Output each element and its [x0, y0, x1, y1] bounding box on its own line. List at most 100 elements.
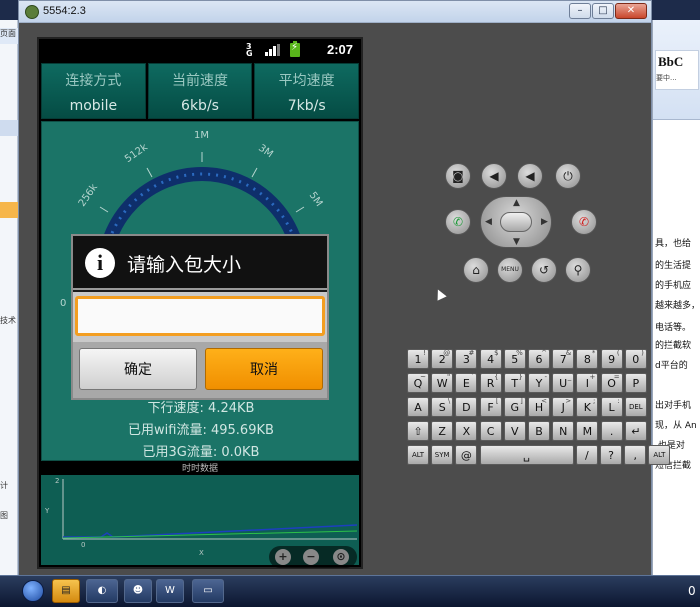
key-row4-4[interactable]: V: [503, 421, 526, 441]
camera-icon[interactable]: ◙: [445, 163, 471, 189]
connection-type-cell: 连接方式 mobile: [41, 63, 146, 119]
key-row1-6[interactable]: 7 &: [552, 349, 575, 369]
volume-down-icon[interactable]: ◀: [481, 163, 507, 189]
volume-up-icon[interactable]: ◀: [517, 163, 543, 189]
key-row2-2[interactable]: E `: [455, 373, 478, 393]
bg-left-item: 页面: [0, 28, 18, 44]
zoom-out-icon[interactable]: −: [303, 549, 319, 565]
window-titlebar[interactable]: 5554:2.3 – □ ✕: [19, 1, 651, 23]
key-row2-4[interactable]: T}: [503, 373, 526, 393]
key-label: 4: [487, 353, 495, 366]
key-row2-5[interactable]: Y-: [528, 373, 550, 393]
key-row2-9[interactable]: P: [624, 373, 647, 393]
menu-icon[interactable]: MENU: [497, 257, 523, 283]
taskbar-app-explorer[interactable]: ◐: [86, 579, 118, 603]
key-row4-0[interactable]: ⇧: [407, 421, 429, 441]
key-alt-label: ": [446, 373, 451, 381]
key-row3-9[interactable]: DEL: [624, 397, 647, 417]
average-speed-label: 平均速度: [278, 73, 335, 89]
home-icon[interactable]: ⌂: [463, 257, 489, 283]
key-row5-7[interactable]: ALT: [648, 445, 671, 465]
dpad[interactable]: ▲ ▼ ◀ ▶: [480, 196, 552, 248]
key-row2-6[interactable]: U _: [552, 373, 575, 393]
key-row5-3[interactable]: ␣: [479, 445, 574, 465]
key-row1-9[interactable]: 0): [624, 349, 647, 369]
maximize-button[interactable]: □: [592, 3, 614, 19]
call-icon[interactable]: ✆: [445, 209, 471, 235]
taskbar-app-word[interactable]: W: [156, 579, 184, 603]
search-icon[interactable]: ⚲: [565, 257, 591, 283]
cancel-button[interactable]: 取消: [205, 348, 323, 390]
keyboard-row5: ALT SYM @ ␣ /?, ALT: [407, 445, 671, 467]
key-row1-4[interactable]: 5%: [503, 349, 526, 369]
key-row2-0[interactable]: Q ~: [407, 373, 429, 393]
power-icon[interactable]: ⏻: [555, 163, 581, 189]
signal-strength-icon: [265, 44, 281, 56]
key-row3-5[interactable]: H <: [528, 397, 550, 417]
key-row4-6[interactable]: N: [552, 421, 575, 441]
key-row5-1[interactable]: SYM: [431, 445, 454, 465]
dpad-up-icon[interactable]: ▲: [513, 198, 520, 208]
key-row3-0[interactable]: A: [407, 397, 429, 417]
key-row1-5[interactable]: 6 ^: [528, 349, 550, 369]
key-row5-2[interactable]: @: [455, 445, 478, 465]
style-gallery-item[interactable]: BbC 要中...: [655, 50, 699, 90]
dialog-button-bar: 确定 取消: [73, 342, 327, 398]
key-row2-3[interactable]: R{: [479, 373, 502, 393]
end-call-icon[interactable]: ✆: [571, 209, 597, 235]
key-row1-2[interactable]: 3 #: [455, 349, 478, 369]
confirm-button[interactable]: 确定: [79, 348, 197, 390]
key-row3-1[interactable]: S \: [431, 397, 454, 417]
back-icon[interactable]: ↺: [531, 257, 557, 283]
key-row1-0[interactable]: 1!: [407, 349, 429, 369]
taskbar-app-emulator[interactable]: ☻: [124, 579, 152, 603]
key-row5-5[interactable]: ?: [600, 445, 622, 465]
key-row2-7[interactable]: I +: [576, 373, 599, 393]
android-app-icon: [25, 5, 39, 19]
dpad-down-icon[interactable]: ▼: [513, 237, 520, 247]
key-row1-1[interactable]: 2 @: [431, 349, 454, 369]
key-label: /: [584, 449, 589, 462]
key-row3-6[interactable]: J >: [552, 397, 575, 417]
key-alt-label: -: [544, 373, 547, 381]
dpad-left-icon[interactable]: ◀: [485, 217, 492, 227]
wifi-traffic-text: 已用wifi流量: 495.69KB: [128, 423, 274, 438]
minimize-button[interactable]: –: [569, 3, 591, 19]
key-row4-1[interactable]: Z: [431, 421, 454, 441]
close-button[interactable]: ✕: [615, 3, 647, 19]
key-row4-7[interactable]: M: [576, 421, 599, 441]
key-row3-8[interactable]: L:: [600, 397, 623, 417]
dpad-center-button[interactable]: [500, 212, 532, 232]
key-row4-2[interactable]: X: [455, 421, 478, 441]
key-row4-3[interactable]: C: [479, 421, 502, 441]
key-row1-8[interactable]: 9(: [600, 349, 623, 369]
tray-clock: 0: [688, 584, 696, 598]
style-name: BbC: [658, 54, 684, 69]
key-row3-3[interactable]: F[: [479, 397, 502, 417]
zoom-in-icon[interactable]: +: [275, 549, 291, 565]
key-row2-8[interactable]: O =: [600, 373, 623, 393]
start-button[interactable]: [22, 580, 44, 602]
key-row4-5[interactable]: B: [528, 421, 550, 441]
key-label: C: [486, 425, 495, 438]
key-row5-0[interactable]: ALT: [407, 445, 429, 465]
key-label: 0: [632, 353, 640, 366]
key-row5-4[interactable]: /: [575, 445, 598, 465]
key-row2-1[interactable]: W ": [431, 373, 454, 393]
taskbar-app-folder[interactable]: ▤: [52, 579, 80, 603]
zoom-reset-icon[interactable]: ⊙: [333, 549, 349, 565]
packet-size-input[interactable]: [75, 296, 325, 336]
key-label: J: [561, 401, 565, 414]
key-row5-6[interactable]: ,: [624, 445, 647, 465]
key-row3-4[interactable]: G]: [503, 397, 526, 417]
dpad-right-icon[interactable]: ▶: [541, 217, 548, 227]
key-row4-9[interactable]: ↵: [624, 421, 647, 441]
key-row3-7[interactable]: K;: [576, 397, 599, 417]
key-row4-8[interactable]: .: [600, 421, 623, 441]
taskbar-app-document[interactable]: ▭: [192, 579, 224, 603]
key-row3-2[interactable]: D: [455, 397, 478, 417]
doc-text-line: 电话等。: [655, 323, 692, 333]
key-label: ALT: [653, 451, 666, 459]
key-row1-3[interactable]: 4 $: [479, 349, 502, 369]
key-row1-7[interactable]: 8 *: [576, 349, 599, 369]
